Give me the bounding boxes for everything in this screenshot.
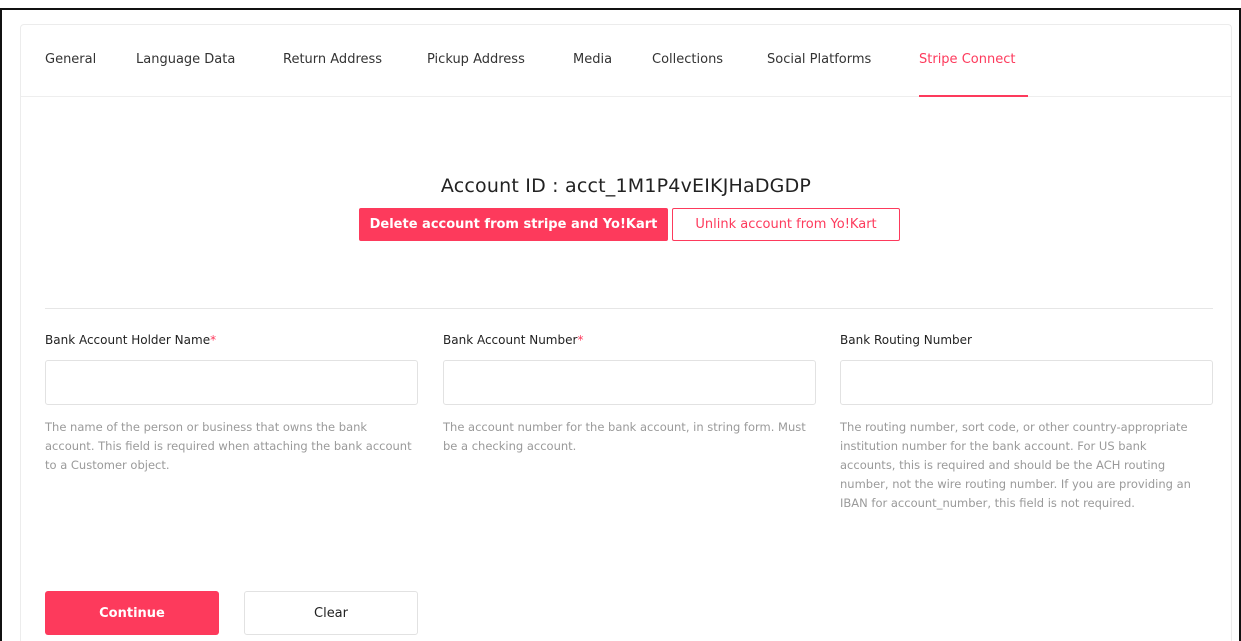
routing-number-label: Bank Routing Number (840, 333, 972, 347)
tab-general[interactable]: General (45, 52, 96, 67)
required-mark: * (577, 333, 584, 347)
holder-name-label-text: Bank Account Holder Name (45, 333, 211, 347)
active-tab-indicator (919, 95, 1028, 97)
tab-collections[interactable]: Collections (652, 52, 723, 67)
clear-button[interactable]: Clear (244, 591, 418, 635)
tab-social-platforms[interactable]: Social Platforms (767, 52, 871, 67)
holder-name-input[interactable] (45, 360, 418, 405)
unlink-account-button[interactable]: Unlink account from Yo!Kart (672, 208, 900, 241)
account-number-help: The account number for the bank account,… (443, 420, 806, 453)
tab-media[interactable]: Media (573, 52, 612, 67)
tab-bar: General Language Data Return Address Pic… (21, 25, 1231, 97)
holder-name-label: Bank Account Holder Name* (45, 333, 216, 347)
holder-name-help: The name of the person or business that … (45, 420, 412, 472)
routing-number-input[interactable] (840, 360, 1213, 405)
account-id-heading: Account ID : acct_1M1P4vEIKJHaDGDP (440, 175, 812, 197)
required-mark: * (210, 333, 217, 347)
section-divider (45, 308, 1213, 309)
account-number-label: Bank Account Number* (443, 333, 583, 347)
tab-stripe-connect[interactable]: Stripe Connect (919, 52, 1015, 67)
tab-language-data[interactable]: Language Data (136, 52, 235, 67)
tab-return-address[interactable]: Return Address (283, 52, 382, 67)
routing-number-label-text: Bank Routing Number (840, 333, 972, 347)
routing-number-help: The routing number, sort code, or other … (840, 420, 1191, 510)
account-number-input[interactable] (443, 360, 816, 405)
settings-card: General Language Data Return Address Pic… (20, 24, 1232, 641)
continue-button[interactable]: Continue (45, 591, 219, 635)
account-number-label-text: Bank Account Number (443, 333, 578, 347)
tab-pickup-address[interactable]: Pickup Address (427, 52, 525, 67)
delete-account-button[interactable]: Delete account from stripe and Yo!Kart (359, 208, 668, 241)
